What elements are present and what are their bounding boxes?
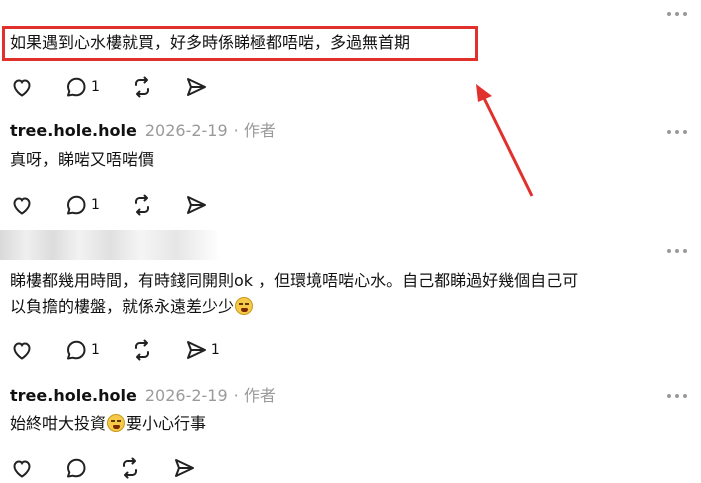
post-text-fragment: 以負擔的樓盤，就係永遠差少少 — [10, 297, 235, 316]
like-button[interactable] — [10, 193, 34, 217]
share-button[interactable]: 1 — [184, 338, 220, 362]
username[interactable]: tree.hole.hole — [10, 386, 137, 405]
more-dot — [683, 394, 687, 398]
username[interactable]: tree.hole.hole — [10, 121, 137, 140]
more-dot — [675, 12, 679, 16]
more-dot — [683, 130, 687, 134]
repost-icon — [134, 339, 149, 361]
more-dot — [675, 394, 679, 398]
more-dot — [683, 249, 687, 253]
share-button[interactable] — [184, 193, 208, 217]
comment-count: 1 — [91, 197, 100, 213]
post-actions: 1 — [10, 74, 208, 100]
comment-icon — [67, 77, 86, 97]
comment-icon — [67, 195, 86, 215]
heart-icon — [13, 79, 31, 97]
comment-button[interactable]: 1 — [64, 338, 100, 362]
more-options-button[interactable] — [663, 127, 687, 137]
post-date: 2026-2-19 — [144, 386, 228, 405]
repost-button[interactable] — [130, 75, 154, 99]
post-text-line: 以負擔的樓盤，就係永遠差少少 — [10, 294, 578, 320]
repost-button[interactable] — [118, 456, 142, 480]
post-text-fragment: 要小心行事 — [126, 414, 207, 433]
post-actions — [10, 455, 196, 481]
post-text: 始終咁大投資 要小心行事 — [10, 412, 206, 436]
post-text: 如果遇到心水樓就買，好多時係睇極都唔啱，多過無首期 — [10, 33, 411, 52]
heart-icon — [13, 197, 31, 215]
heart-icon — [13, 460, 31, 478]
more-options-button[interactable] — [663, 391, 687, 401]
post-actions: 1 1 — [10, 337, 220, 363]
share-icon — [186, 196, 206, 214]
repost-icon — [123, 457, 137, 479]
post-text: 真呀，睇啱又唔啱價 — [10, 150, 155, 169]
like-button[interactable] — [10, 456, 34, 480]
repost-button[interactable] — [130, 338, 154, 362]
comment-count: 1 — [91, 342, 100, 358]
share-count: 1 — [210, 342, 220, 358]
more-options-button[interactable] — [663, 246, 687, 256]
comment-icon — [67, 458, 86, 478]
share-button[interactable] — [172, 456, 196, 480]
more-dot — [675, 130, 679, 134]
heart-icon — [13, 342, 31, 360]
comment-icon — [67, 340, 86, 360]
share-icon — [186, 78, 206, 96]
author-tag: · 作者 — [233, 121, 276, 140]
more-dot — [667, 12, 671, 16]
post-text: 睇樓都幾用時間，有時錢同開則ok ，但環境唔啱心水。自己都睇過好幾個自己可 以負… — [10, 268, 578, 320]
more-dot — [675, 249, 679, 253]
weary-face-emoji-icon — [235, 297, 254, 315]
repost-icon — [134, 76, 149, 98]
share-icon — [175, 459, 194, 477]
share-button[interactable] — [184, 75, 208, 99]
comment-count: 1 — [91, 79, 100, 95]
comment-button[interactable]: 1 — [64, 193, 100, 217]
post-actions: 1 — [10, 192, 208, 218]
post-text-fragment: 始終咁大投資 — [10, 414, 107, 433]
share-icon — [186, 341, 206, 359]
comment-button[interactable]: 1 — [64, 75, 100, 99]
annotation-arrow — [476, 84, 534, 197]
author-tag: · 作者 — [233, 386, 276, 405]
more-options-button[interactable] — [663, 9, 687, 19]
blurred-username — [0, 230, 220, 260]
more-dot — [667, 249, 671, 253]
persevering-face-emoji-icon — [107, 414, 126, 432]
post-header: tree.hole.hole 2026-2-19 · 作者 — [10, 385, 276, 407]
repost-icon — [134, 194, 149, 216]
post-text-line: 睇樓都幾用時間，有時錢同開則ok ，但環境唔啱心水。自己都睇過好幾個自己可 — [10, 271, 579, 290]
post-header: tree.hole.hole 2026-2-19 · 作者 — [10, 120, 276, 142]
repost-button[interactable] — [130, 193, 154, 217]
post-date: 2026-2-19 — [144, 121, 228, 140]
more-dot — [667, 394, 671, 398]
like-button[interactable] — [10, 75, 34, 99]
comment-button[interactable] — [64, 456, 88, 480]
more-dot — [667, 130, 671, 134]
more-dot — [683, 12, 687, 16]
like-button[interactable] — [10, 338, 34, 362]
